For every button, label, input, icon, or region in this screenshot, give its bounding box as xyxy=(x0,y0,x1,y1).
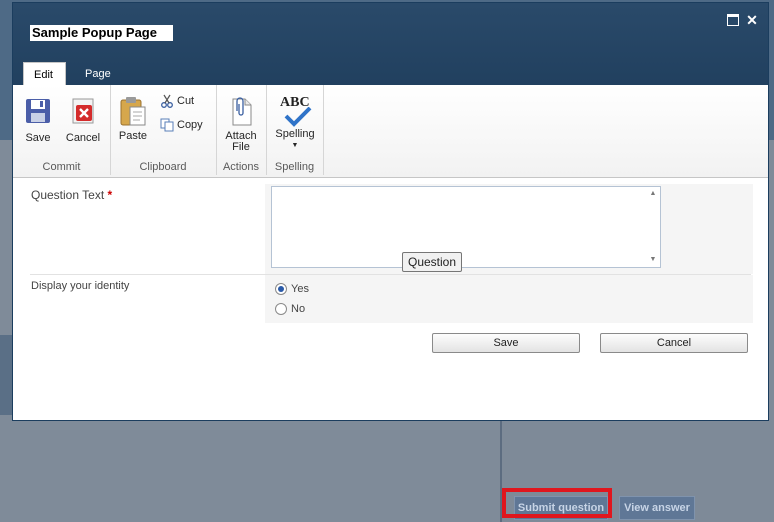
attach-file-button[interactable]: Attach File xyxy=(223,95,259,153)
cancel-button[interactable]: Cancel xyxy=(600,333,748,353)
copy-icon xyxy=(160,118,174,132)
required-marker: * xyxy=(107,188,113,202)
copy-label: Copy xyxy=(177,119,203,131)
question-textarea[interactable]: ▲ ▼ xyxy=(271,186,661,268)
cut-label: Cut xyxy=(177,95,195,107)
paste-button[interactable]: Paste xyxy=(118,95,148,142)
radio-no[interactable]: No xyxy=(275,302,305,316)
copy-button[interactable]: Copy xyxy=(160,117,203,133)
display-identity-label: Display your identity xyxy=(31,280,130,292)
spelling-icon: ABC xyxy=(271,93,319,127)
cut-button[interactable]: Cut xyxy=(160,93,194,109)
paste-icon xyxy=(120,97,146,126)
maximize-icon[interactable] xyxy=(725,12,741,28)
paste-label: Paste xyxy=(118,130,148,142)
radio-yes[interactable]: Yes xyxy=(275,282,309,296)
radio-yes-control[interactable] xyxy=(275,283,287,296)
dialog-title: Sample Popup Page xyxy=(30,25,173,41)
radio-no-label: No xyxy=(291,303,306,315)
checkmark-icon xyxy=(284,107,312,127)
radio-yes-label: Yes xyxy=(291,283,309,295)
attach-label-line2: File xyxy=(232,141,250,153)
scroll-down-icon[interactable]: ▼ xyxy=(647,254,659,266)
group-clipboard: Paste Cut Copy Clipboard xyxy=(110,85,217,175)
save-ribbon-button[interactable]: Save xyxy=(23,97,53,144)
tab-edit[interactable]: Edit xyxy=(23,62,66,87)
attach-file-icon xyxy=(232,97,252,126)
cancel-ribbon-button[interactable]: Cancel xyxy=(63,97,103,144)
spelling-label: Spelling xyxy=(275,128,315,140)
spelling-button[interactable]: ABC Spelling ▼ xyxy=(271,93,319,151)
chevron-down-icon: ▼ xyxy=(291,142,299,149)
group-spelling: ABC Spelling ▼ Spelling xyxy=(266,85,324,175)
close-icon[interactable]: ✕ xyxy=(744,12,760,28)
question-text-label-text: Question Text xyxy=(31,188,105,202)
save-label: Save xyxy=(25,132,51,144)
ribbon: Save Cancel Commit Paste Cut Copy Clipbo… xyxy=(13,85,768,178)
save-button[interactable]: Save xyxy=(432,333,580,353)
identity-field-area xyxy=(265,275,753,323)
radio-no-control[interactable] xyxy=(275,303,287,316)
group-actions: Attach File Actions xyxy=(216,85,267,175)
scissors-icon xyxy=(161,94,173,109)
scroll-up-icon[interactable]: ▲ xyxy=(647,188,659,200)
highlight-box xyxy=(502,488,612,518)
group-label-spelling: Spelling xyxy=(274,161,315,173)
group-label-commit: Commit xyxy=(42,161,81,173)
group-label-actions: Actions xyxy=(222,161,260,173)
question-text-label: Question Text * xyxy=(31,188,112,202)
dialog-header: Sample Popup Page ✕ Edit Page xyxy=(13,3,768,87)
question-tooltip: Question xyxy=(402,252,463,272)
popup-dialog: Sample Popup Page ✕ Edit Page Save Cance… xyxy=(12,2,769,421)
tab-page[interactable]: Page xyxy=(75,62,121,86)
cancel-icon xyxy=(72,98,94,124)
view-answer-button[interactable]: View answer xyxy=(619,496,695,520)
cancel-label: Cancel xyxy=(65,132,101,144)
save-icon xyxy=(26,99,50,123)
group-label-clipboard: Clipboard xyxy=(139,161,187,173)
group-commit: Save Cancel Commit xyxy=(13,85,111,175)
